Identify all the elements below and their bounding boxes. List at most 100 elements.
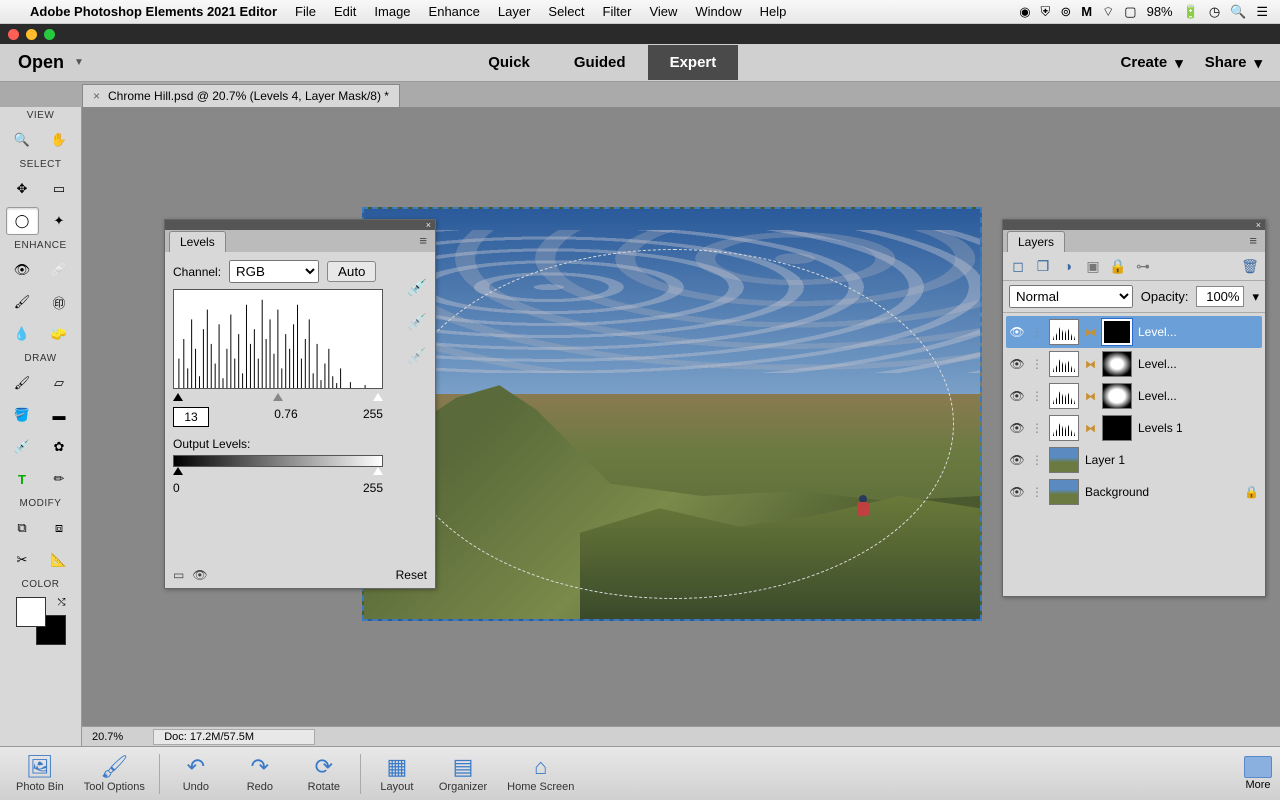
levels-tab[interactable]: Levels [169,231,226,252]
new-group-icon[interactable]: ❐ [1034,257,1052,275]
close-tab-icon[interactable]: × [93,89,100,103]
layer-row[interactable]: 👁⋮ ⧓ Level... [1006,316,1262,348]
lasso-tool[interactable]: ◯ [6,207,39,235]
menu-window[interactable]: Window [695,4,741,19]
zoom-level[interactable]: 20.7% [92,731,123,743]
minimize-window-button[interactable] [26,29,37,40]
cc-icon[interactable]: ⊚ [1060,4,1071,20]
recompose-tool[interactable]: ⧈ [43,514,76,542]
layer-mask[interactable] [1102,383,1132,409]
tool-options-button[interactable]: 🖌Tool Options [76,752,153,795]
shield-icon[interactable]: ⛨ [1041,4,1051,20]
rotate-button[interactable]: ⟳Rotate [294,752,354,795]
sponge-tool[interactable]: 🧽 [43,320,76,348]
smart-brush-tool[interactable]: 🖌 [6,288,39,316]
layer-mask[interactable] [1102,351,1132,377]
menu-select[interactable]: Select [548,4,584,19]
layer-thumb[interactable] [1049,447,1079,473]
lock-icon[interactable]: 🔒 [1109,257,1127,275]
zoom-tool[interactable]: 🔍 [6,126,39,154]
input-gamma-value[interactable]: 0.76 [274,407,297,427]
document-canvas[interactable] [362,207,982,621]
layer-thumb[interactable] [1049,479,1079,505]
brush-tool[interactable]: 🖌 [6,369,39,397]
menu-layer[interactable]: Layer [498,4,531,19]
battery-icon[interactable]: 🔋 [1183,4,1199,20]
input-white-value[interactable]: 255 [363,407,383,427]
crop-tool[interactable]: ⧉ [6,514,39,542]
display-icon[interactable]: ▢ [1124,4,1136,20]
clock-icon[interactable]: ◷ [1209,4,1220,20]
channel-select[interactable]: RGB [229,260,319,283]
output-gradient[interactable] [173,455,383,467]
close-window-button[interactable] [8,29,19,40]
menu-edit[interactable]: Edit [334,4,356,19]
photo-bin-button[interactable]: 🖼Photo Bin [8,752,72,795]
menu-enhance[interactable]: Enhance [429,4,480,19]
control-center-icon[interactable]: ☰ [1256,4,1268,20]
layer-row[interactable]: 👁⋮ ⧓ Level... [1006,348,1262,380]
menu-view[interactable]: View [649,4,677,19]
mode-expert[interactable]: Expert [648,45,739,80]
organizer-button[interactable]: ▤Organizer [431,752,495,795]
marquee-tool[interactable]: ▭ [43,175,76,203]
reset-button[interactable]: Reset [396,568,427,582]
delete-layer-icon[interactable]: 🗑 [1241,257,1259,275]
menu-help[interactable]: Help [760,4,787,19]
panel-menu-icon[interactable]: ≡ [411,229,435,252]
text-tool[interactable]: T [6,465,39,493]
doc-size[interactable]: Doc: 17.2M/57.5M [153,729,315,745]
pencil-tool[interactable]: ✏ [43,465,76,493]
eyedropper-tool[interactable]: 💉 [6,433,39,461]
undo-button[interactable]: ↶Undo [166,752,226,795]
clip-icon[interactable]: ▭ [173,568,184,582]
visibility-icon[interactable]: 👁 [1009,389,1025,403]
layer-mask[interactable] [1102,415,1132,441]
layers-tab[interactable]: Layers [1007,231,1065,252]
redeye-tool[interactable]: 👁 [6,256,39,284]
new-layer-icon[interactable]: ◻ [1009,257,1027,275]
content-move-tool[interactable]: ✂ [6,546,39,574]
menu-filter[interactable]: Filter [603,4,632,19]
swap-colors-icon[interactable]: ⤭ [58,597,66,608]
auto-button[interactable]: Auto [327,261,376,282]
layer-row[interactable]: 👁⋮ Background 🔒 [1006,476,1262,508]
layer-thumb[interactable] [1049,319,1079,345]
document-tab[interactable]: × Chrome Hill.psd @ 20.7% (Levels 4, Lay… [82,84,400,107]
panel-close-icon[interactable]: × [1003,220,1265,230]
layout-button[interactable]: ▦Layout [367,752,427,795]
opacity-value[interactable]: 100% [1196,286,1244,307]
menu-file[interactable]: File [295,4,316,19]
redo-button[interactable]: ↷Redo [230,752,290,795]
visibility-icon[interactable]: 👁 [1009,421,1025,435]
black-slider[interactable] [173,393,183,401]
layer-mask[interactable] [1102,319,1132,345]
layer-row[interactable]: 👁⋮ Layer 1 [1006,444,1262,476]
output-white-slider[interactable] [373,467,383,475]
blend-mode-select[interactable]: Normal [1009,285,1133,308]
output-black-value[interactable]: 0 [173,481,180,495]
black-eyedropper-icon[interactable]: 💉 [407,278,427,298]
hand-tool[interactable]: ✋ [43,126,76,154]
create-button[interactable]: Create▾ [1121,54,1183,72]
status-dot-icon[interactable]: ◉ [1019,4,1030,20]
panel-close-icon[interactable]: × [165,220,435,230]
link-icon[interactable]: ⊶ [1134,257,1152,275]
open-button[interactable]: Open ▼ [18,52,84,73]
visibility-icon[interactable]: 👁 [1009,357,1025,371]
adjustment-layer-icon[interactable]: ◑ [1059,257,1077,275]
eraser-tool[interactable]: ▱ [43,369,76,397]
spot-heal-tool[interactable]: 🩹 [43,256,76,284]
maximize-window-button[interactable] [44,29,55,40]
chevron-down-icon[interactable]: ▾ [1252,289,1259,305]
input-black-value[interactable]: 13 [173,407,209,427]
foreground-color[interactable] [16,597,46,627]
layer-row[interactable]: 👁⋮ ⧓ Level... [1006,380,1262,412]
visibility-icon[interactable]: 👁 [1009,453,1025,467]
white-eyedropper-icon[interactable]: 💉 [407,346,427,366]
m-icon[interactable]: M [1081,4,1092,19]
more-button[interactable]: More [1244,756,1272,791]
mask-icon[interactable]: ▣ [1084,257,1102,275]
home-button[interactable]: ⌂Home Screen [499,752,582,795]
wifi-icon[interactable]: ⌔ [1102,4,1114,20]
